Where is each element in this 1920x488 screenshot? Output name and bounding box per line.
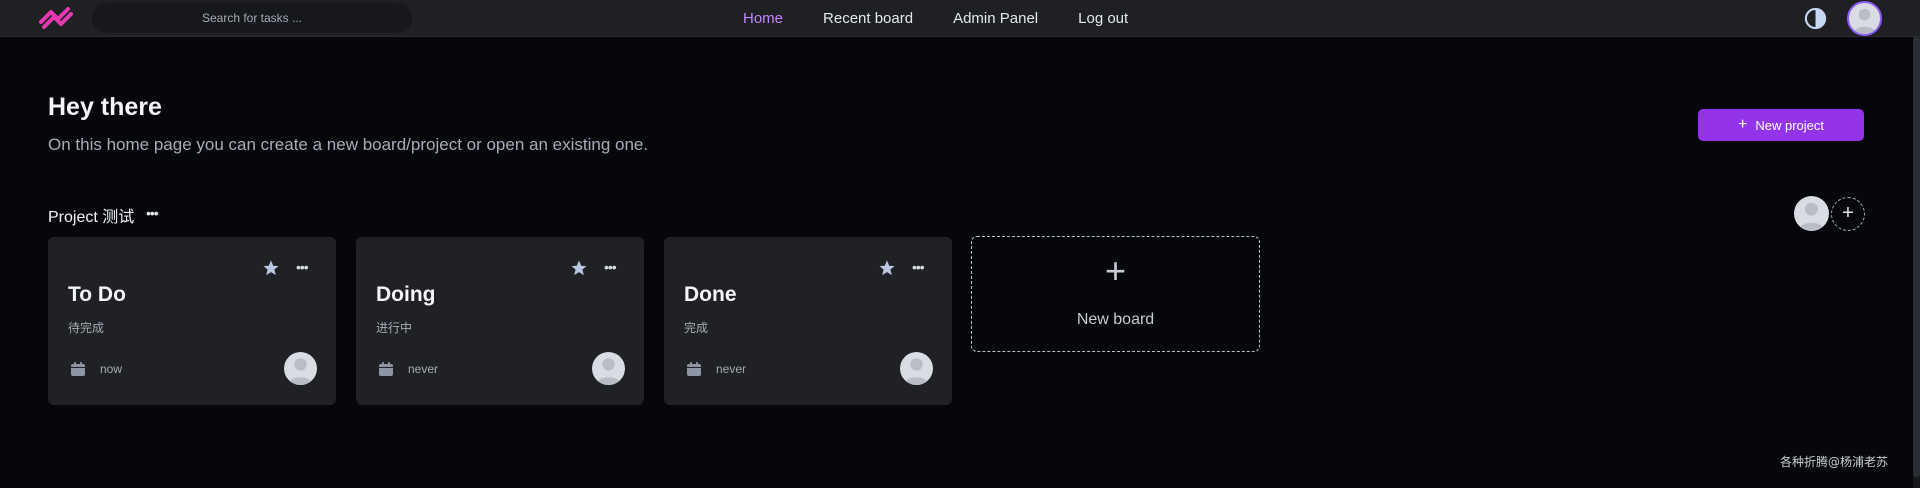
plus-icon: + [1104, 250, 1127, 291]
board-due: never [716, 362, 747, 376]
search-input[interactable] [92, 3, 412, 33]
star-icon[interactable] [570, 259, 588, 277]
board-name: Done [684, 283, 737, 306]
board-description: 进行中 [376, 321, 413, 335]
board-card[interactable]: ••• Done 完成 never [664, 237, 952, 405]
nav-admin-panel[interactable]: Admin Panel [953, 10, 1038, 27]
project-title[interactable]: Project 测试 [48, 203, 134, 227]
project-member-avatar[interactable] [1794, 196, 1829, 231]
star-icon[interactable] [878, 259, 896, 277]
more-horizontal-icon[interactable]: ••• [296, 259, 314, 277]
top-navbar: Home Recent board Admin Panel Log out [0, 0, 1920, 37]
board-due: never [408, 362, 439, 376]
new-board-label: New board [1076, 311, 1155, 328]
board-description: 待完成 [68, 321, 105, 335]
page-title: Hey there [48, 93, 162, 121]
user-silhouette-icon [596, 358, 621, 385]
user-silhouette-icon [1852, 8, 1877, 34]
nav-log-out[interactable]: Log out [1078, 10, 1128, 27]
board-name: Doing [376, 283, 436, 306]
more-horizontal-icon[interactable]: ••• [146, 203, 164, 223]
main-nav: Home Recent board Admin Panel Log out [743, 0, 1128, 37]
nav-recent-board[interactable]: Recent board [823, 10, 913, 27]
board-card[interactable]: ••• Doing 进行中 never [356, 237, 644, 405]
watermark-text: 各种折腾@杨浦老苏 [1780, 455, 1889, 469]
board-owner-avatar[interactable] [592, 352, 625, 385]
board-name: To Do [68, 283, 126, 306]
new-project-button[interactable]: + New project [1698, 109, 1864, 141]
new-board-button[interactable]: + New board [971, 236, 1260, 352]
board-description: 完成 [684, 321, 709, 335]
board-card[interactable]: ••• To Do 待完成 now [48, 237, 336, 405]
more-horizontal-icon[interactable]: ••• [912, 259, 930, 277]
nav-home[interactable]: Home [743, 10, 783, 27]
add-member-button[interactable]: + [1831, 197, 1865, 231]
star-icon[interactable] [262, 259, 280, 277]
user-silhouette-icon [1798, 202, 1825, 231]
user-silhouette-icon [904, 358, 929, 385]
new-project-label: New project [1755, 117, 1824, 133]
calendar-icon [687, 362, 701, 376]
scrollbar-thumb[interactable] [1913, 37, 1920, 477]
calendar-icon [71, 362, 85, 376]
board-owner-avatar[interactable] [284, 352, 317, 385]
page-subtitle: On this home page you can create a new b… [48, 135, 649, 154]
more-horizontal-icon[interactable]: ••• [604, 259, 622, 277]
calendar-icon [379, 362, 393, 376]
user-silhouette-icon [288, 358, 313, 385]
app-logo-icon[interactable] [38, 6, 74, 30]
half-circle-theme-icon[interactable] [1804, 7, 1827, 30]
board-due: now [100, 362, 123, 376]
board-owner-avatar[interactable] [900, 352, 933, 385]
user-avatar[interactable] [1847, 1, 1882, 36]
plus-icon: + [1738, 116, 1748, 133]
